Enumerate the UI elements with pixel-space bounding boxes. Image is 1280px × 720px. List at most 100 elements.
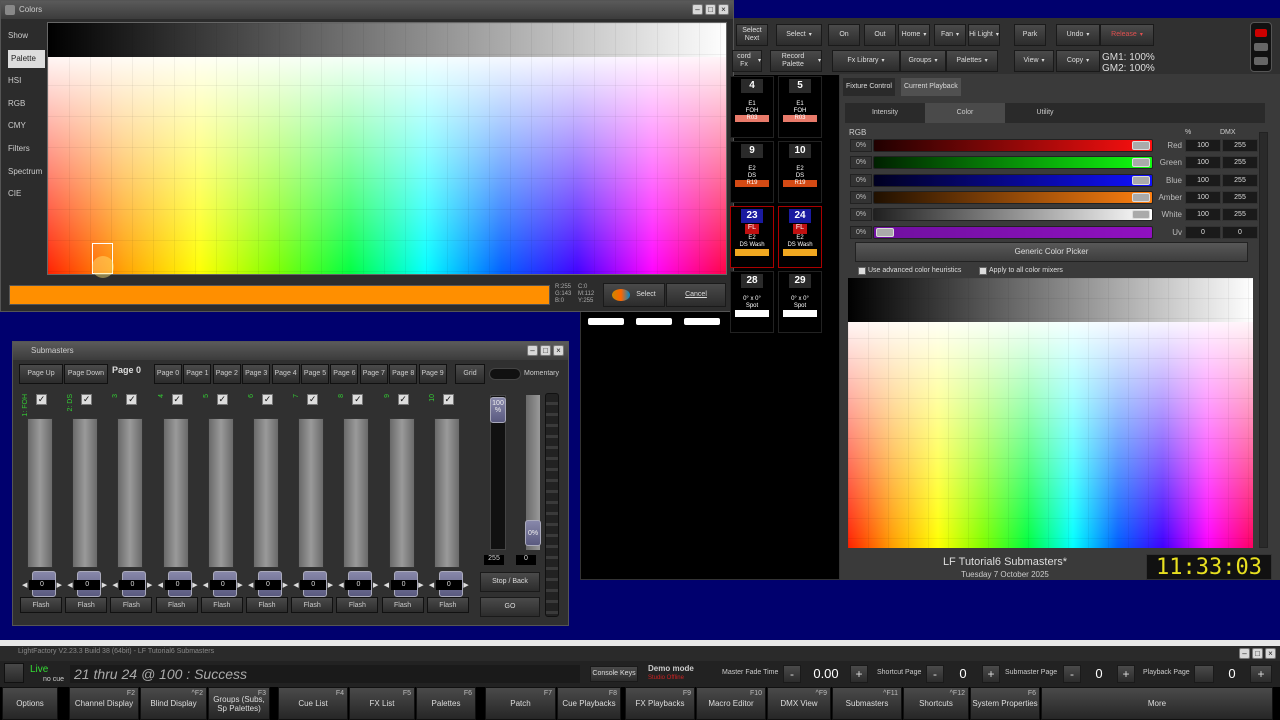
colors-window-titlebar[interactable]: Colors – □ × <box>1 1 733 19</box>
channel-slider[interactable] <box>873 225 1153 239</box>
fader-enable-checkbox[interactable]: ✓ <box>442 394 454 405</box>
chevron-right-icon[interactable]: ▶ <box>463 581 468 589</box>
toolbar-view-button[interactable]: View ▾ <box>1014 50 1054 72</box>
fader-enable-checkbox[interactable]: ✓ <box>397 394 409 405</box>
page-button-0[interactable]: Page 0 <box>154 364 182 384</box>
fkey-palettes-button[interactable]: Palettes F6 <box>416 687 476 720</box>
page-button-1[interactable]: Page 1 <box>183 364 212 384</box>
toolbar-park-button[interactable]: Park <box>1014 24 1046 46</box>
subpage-plus-button[interactable]: + <box>1117 665 1135 683</box>
fader-stepper[interactable]: ◀ 0 ▶ <box>67 580 107 590</box>
command-line[interactable]: 21 thru 24 @ 100 : Success <box>70 665 580 683</box>
slider-knob[interactable] <box>876 227 894 237</box>
toolbar-record-palette-button[interactable]: Record Palette ▾ <box>770 50 822 72</box>
subpage-minus-button[interactable]: - <box>1063 665 1081 683</box>
fixture-cell[interactable]: 4 E1 FOH R03 <box>730 76 774 138</box>
fader-enable-checkbox[interactable]: ✓ <box>81 394 93 405</box>
chevron-right-icon[interactable]: ▶ <box>418 581 423 589</box>
maximize-icon[interactable]: □ <box>705 4 716 15</box>
fader-enable-checkbox[interactable]: ✓ <box>262 394 273 405</box>
console-keys-button[interactable]: Console Keys <box>590 666 638 682</box>
page-down-button[interactable]: Page Down <box>64 364 108 384</box>
flash-button[interactable]: Flash <box>155 597 198 613</box>
dmx-spinner[interactable]: 255 <box>1222 139 1258 152</box>
chevron-left-icon[interactable]: ◀ <box>203 581 208 589</box>
dmx-spinner[interactable]: 0 <box>1222 225 1258 239</box>
toolbar-out-button[interactable]: Out <box>864 24 896 46</box>
page-up-button[interactable]: Page Up <box>19 364 63 384</box>
fader-enable-checkbox[interactable]: ✓ <box>126 394 138 405</box>
flash-button[interactable]: Flash <box>246 597 288 613</box>
generic-color-picker-button[interactable]: Generic Color Picker <box>855 242 1248 262</box>
chevron-left-icon[interactable]: ◀ <box>22 581 27 589</box>
fixture-cell[interactable]: 5 E1 FOH R03 <box>778 76 822 138</box>
fixture-cell[interactable]: 9 E2 DS R19 <box>730 141 774 203</box>
fkey-fx-list-button[interactable]: FX List F5 <box>349 687 415 720</box>
chevron-right-icon[interactable]: ▶ <box>283 581 288 589</box>
subtab-utility[interactable]: Utility <box>1005 103 1085 123</box>
fade-minus-button[interactable]: - <box>783 665 801 683</box>
cancel-button[interactable]: Cancel <box>666 283 726 307</box>
dmx-spinner[interactable]: 255 <box>1222 156 1258 170</box>
pct-spinner[interactable]: 100 <box>1185 156 1221 170</box>
page-button-6[interactable]: Page 6 <box>330 364 359 384</box>
page-button-7[interactable]: Page 7 <box>359 364 388 384</box>
sidebar-item-spectrum[interactable]: Spectrum <box>8 163 44 181</box>
fkey-cue-playbacks-button[interactable]: Cue Playbacks F8 <box>557 687 621 720</box>
pct-spinner[interactable]: 100 <box>1185 173 1221 187</box>
minimize-icon[interactable]: – <box>1239 648 1250 659</box>
sidebar-item-show[interactable]: Show <box>8 27 44 45</box>
toolbar-groups-button[interactable]: Groups ▾ <box>900 50 946 72</box>
channel-slider[interactable] <box>873 173 1153 187</box>
palette-scrollbar[interactable] <box>1259 132 1268 548</box>
page-button-9[interactable]: Page 9 <box>418 364 447 384</box>
grand-master-handle-icon[interactable] <box>1250 22 1272 72</box>
dmx-spinner[interactable]: 255 <box>1222 173 1258 187</box>
toolbar-select-next-button[interactable]: Select Next <box>736 24 768 46</box>
sidebar-item-palette[interactable]: Palette <box>8 50 45 68</box>
maximize-icon[interactable]: □ <box>540 345 551 356</box>
subtab-intensity[interactable]: Intensity <box>845 103 925 123</box>
flash-button[interactable]: Flash <box>381 597 424 613</box>
chevron-left-icon[interactable]: ◀ <box>384 581 389 589</box>
slider-knob[interactable] <box>1132 210 1150 220</box>
chevron-left-icon[interactable]: ◀ <box>293 581 298 589</box>
minimize-icon[interactable]: – <box>527 345 538 356</box>
page-button-2[interactable]: Page 2 <box>212 364 241 384</box>
channel-slider[interactable] <box>873 208 1153 222</box>
pct-spinner[interactable]: 100 <box>1185 139 1221 152</box>
fader-stepper[interactable]: ◀ 0 ▶ <box>22 580 62 590</box>
slider-knob[interactable] <box>1132 175 1150 185</box>
fixture-cell[interactable]: 28 0° x 0° Spot <box>730 271 774 333</box>
toolbar-home-button[interactable]: Home ▾ <box>898 24 930 46</box>
fader-track[interactable]: 0% <box>207 418 237 597</box>
tab-fixture-control[interactable]: Fixture Control <box>843 78 895 96</box>
app-titlebar[interactable]: LightFactory V2.23.3 Build 38 (64bit) - … <box>0 646 1280 661</box>
flash-button[interactable]: Flash <box>336 597 379 613</box>
toolbar-copy-button[interactable]: Copy ▾ <box>1056 50 1100 72</box>
fader-stepper[interactable]: ◀ 0 ▶ <box>293 580 333 590</box>
fader-track[interactable]: 0% <box>343 418 373 597</box>
channel-slider[interactable] <box>873 156 1153 170</box>
opt-advanced-heuristics-checkbox[interactable] <box>858 267 866 275</box>
fkey-shortcuts-button[interactable]: Shortcuts ^F12 <box>903 687 969 720</box>
chevron-right-icon[interactable]: ▶ <box>147 581 152 589</box>
fader-stepper[interactable]: ◀ 0 ▶ <box>338 580 378 590</box>
select-button[interactable]: Select <box>603 283 665 307</box>
toolbar-release-button[interactable]: Release ▾ <box>1100 24 1154 46</box>
pct-spinner[interactable]: 100 <box>1185 208 1221 222</box>
slider-knob[interactable] <box>1132 158 1150 168</box>
close-icon[interactable]: × <box>553 345 564 356</box>
chevron-right-icon[interactable]: ▶ <box>328 581 333 589</box>
sidebar-item-filters[interactable]: Filters <box>8 140 44 158</box>
fader-stepper[interactable]: ◀ 0 ▶ <box>429 580 469 590</box>
second-fader-knob[interactable]: 0% <box>525 520 541 546</box>
fkey-options-button[interactable]: Options <box>2 687 58 720</box>
fkey-cue-list-button[interactable]: Cue List F4 <box>278 687 348 720</box>
toolbar-fan-button[interactable]: Fan ▾ <box>934 24 966 46</box>
grid-button[interactable]: Grid <box>455 364 485 384</box>
sidebar-item-cmy[interactable]: CMY <box>8 117 44 135</box>
colors-palette-grid[interactable] <box>47 22 727 275</box>
chevron-right-icon[interactable]: ▶ <box>373 581 378 589</box>
fader-stepper[interactable]: ◀ 0 ▶ <box>384 580 424 590</box>
